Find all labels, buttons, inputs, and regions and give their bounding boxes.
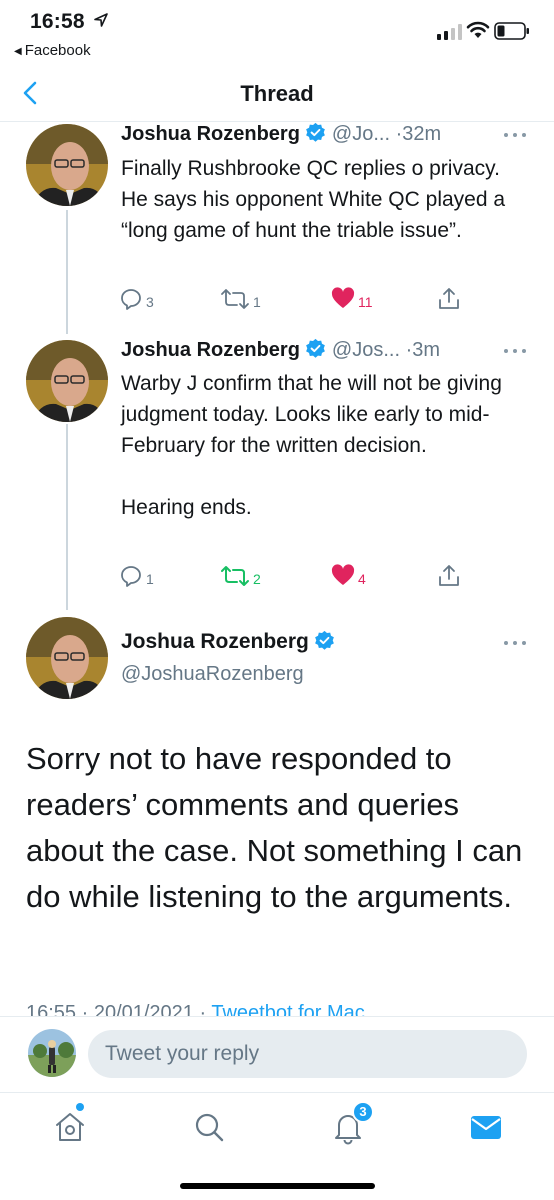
reply-input[interactable]: Tweet your reply (88, 1030, 527, 1078)
share-icon (439, 565, 459, 586)
battery-icon (494, 22, 529, 40)
more-options-icon[interactable] (502, 346, 528, 356)
retweet-count: 2 (253, 571, 261, 587)
tweet-text: Sorry not to have responded to readers’ … (26, 741, 523, 914)
back-to-app-link[interactable]: ◀ Facebook (14, 42, 91, 59)
avatar[interactable] (26, 617, 108, 699)
back-triangle-icon: ◀ (14, 46, 22, 57)
tweet-text: Warby J confirm that he will not be givi… (121, 372, 502, 519)
page-title: Thread (240, 81, 314, 106)
reply-count: 3 (146, 294, 154, 310)
heart-filled-icon (331, 564, 355, 585)
tweet-actions: 3 1 11 (118, 286, 538, 314)
reply-bar: Tweet your reply (0, 1016, 554, 1092)
user-avatar[interactable] (28, 1029, 76, 1077)
avatar[interactable] (26, 340, 108, 422)
avatar[interactable] (26, 124, 108, 206)
home-icon[interactable] (52, 1109, 88, 1145)
author-name[interactable]: Joshua Rozenberg (121, 339, 300, 361)
thread-connector-line (66, 424, 68, 610)
author-name[interactable]: Joshua Rozenberg (121, 630, 341, 654)
search-icon[interactable] (191, 1109, 227, 1145)
reply-icon (121, 566, 141, 587)
cellular-signal-icon (437, 24, 462, 40)
retweet-count: 1 (253, 294, 261, 310)
author-handle: @Jo... (331, 123, 391, 145)
reply-placeholder: Tweet your reply (105, 1042, 260, 1065)
verified-badge-icon (306, 338, 325, 358)
wifi-icon (466, 21, 490, 38)
share-icon (439, 288, 459, 309)
nav-header: Thread (0, 66, 554, 122)
verified-badge-icon (315, 630, 334, 650)
author-handle: @Jos... (331, 339, 401, 361)
like-count: 11 (358, 294, 373, 310)
status-bar: 16:58 ◀ Facebook (0, 0, 554, 66)
tweet-text: Finally Rushbrooke QC replies o privacy.… (121, 157, 506, 242)
author-name[interactable]: Joshua Rozenberg (121, 123, 300, 145)
status-time: 16:58 (30, 10, 85, 33)
location-arrow-icon (94, 13, 108, 27)
reply-icon (121, 289, 141, 310)
back-app-label: Facebook (24, 42, 91, 59)
tweet-header: Joshua Rozenberg @Jos... ·3m (121, 338, 440, 362)
tweet-actions: 1 2 4 (118, 563, 538, 591)
tweet-time-ago: 32m (402, 123, 442, 145)
author-name-text: Joshua Rozenberg (121, 630, 309, 653)
messages-envelope-icon[interactable] (468, 1109, 504, 1145)
home-indicator (180, 1183, 375, 1189)
tweet-header: Joshua Rozenberg @Jo... ·32m (121, 122, 441, 146)
like-count: 4 (358, 571, 366, 587)
retweet-active-icon (221, 566, 249, 586)
more-options-icon[interactable] (502, 638, 528, 648)
home-badge-dot (76, 1103, 84, 1111)
notifications-badge: 3 (352, 1101, 374, 1123)
retweet-icon (221, 289, 249, 309)
tweet-time-ago: 3m (412, 339, 441, 361)
verified-badge-icon (306, 122, 325, 142)
more-options-icon[interactable] (502, 130, 528, 140)
thread-connector-line (66, 210, 68, 334)
author-handle[interactable]: @JoshuaRozenberg (121, 663, 304, 686)
heart-filled-icon (331, 287, 355, 308)
reply-count: 1 (146, 571, 154, 587)
